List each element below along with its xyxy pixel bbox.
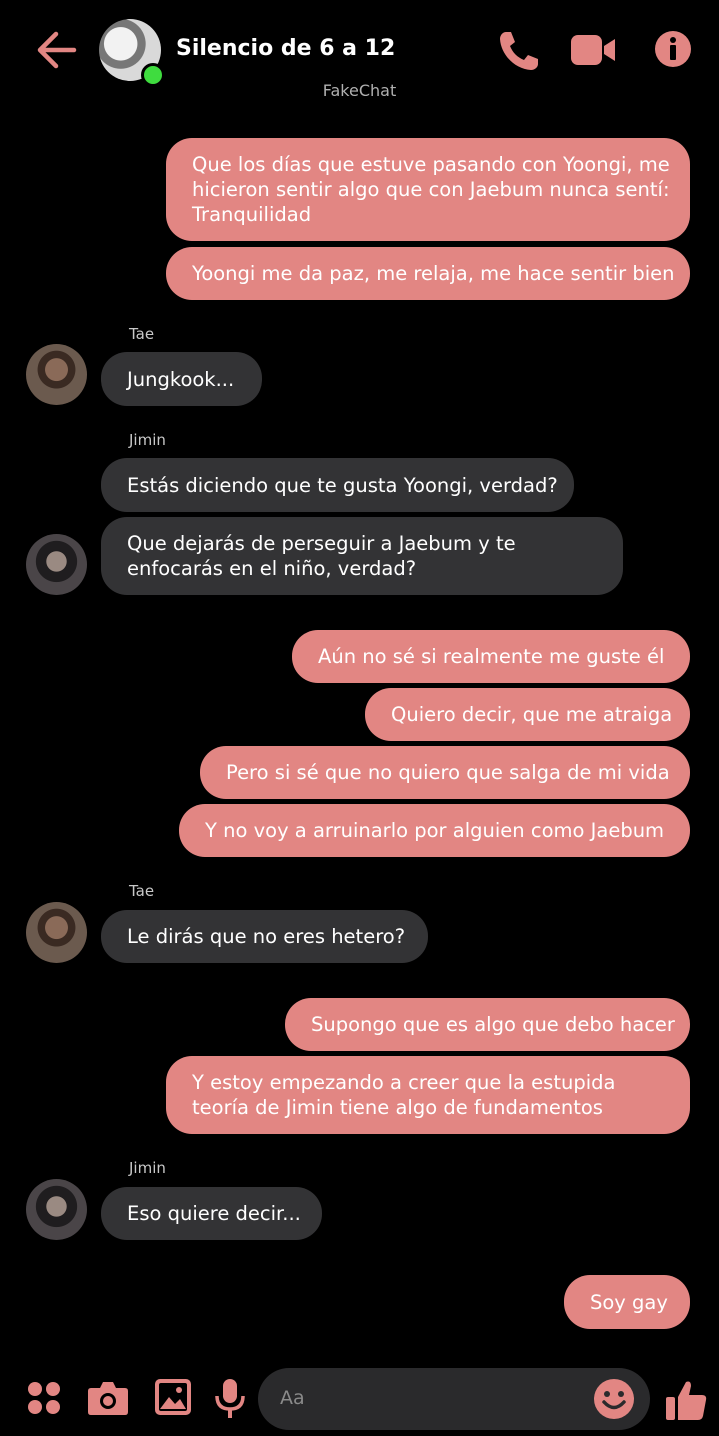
- chat-title[interactable]: Silencio de 6 a 12: [176, 36, 395, 61]
- message-bubble-incoming[interactable]: Eso quiere decir...: [101, 1187, 322, 1240]
- message-bubble-outgoing[interactable]: Que los días que estuve pasando con Yoon…: [166, 138, 690, 241]
- avatar-jimin[interactable]: [26, 534, 87, 595]
- avatar-tae[interactable]: [26, 344, 87, 405]
- message-text: Aún no sé si realmente me guste él: [318, 645, 665, 668]
- camera-icon[interactable]: [87, 1380, 129, 1416]
- image-icon[interactable]: [154, 1378, 192, 1416]
- thumbs-up-icon[interactable]: [664, 1378, 708, 1422]
- message-input-placeholder: Aa: [280, 1387, 305, 1409]
- phone-call-icon[interactable]: [497, 29, 541, 73]
- message-text: Y no voy a arruinarlo por alguien como J…: [205, 819, 665, 842]
- message-text: Que los días que estuve pasando con Yoon…: [192, 153, 670, 226]
- message-text: Soy gay: [590, 1290, 668, 1314]
- message-bubble-outgoing[interactable]: Quiero decir, que me atraiga: [365, 688, 690, 741]
- message-bubble-outgoing[interactable]: Yoongi me da paz, me relaja, me hace sen…: [166, 247, 690, 300]
- message-bubble-outgoing[interactable]: Pero si sé que no quiero que salga de mi…: [200, 746, 690, 799]
- message-input[interactable]: Aa: [258, 1368, 650, 1430]
- message-text: Y estoy empezando a creer que la estupid…: [192, 1071, 616, 1119]
- menu-dots-icon[interactable]: [26, 1380, 62, 1416]
- message-text: Eso quiere decir...: [127, 1202, 301, 1225]
- message-bubble-incoming[interactable]: Que dejarás de perseguir a Jaebum y te e…: [101, 517, 623, 595]
- emoji-icon[interactable]: [593, 1378, 635, 1420]
- video-call-icon[interactable]: [570, 34, 616, 66]
- mic-icon[interactable]: [214, 1378, 246, 1420]
- chat-header: Silencio de 6 a 12 FakeChat: [0, 0, 719, 110]
- avatar-jimin[interactable]: [26, 1179, 87, 1240]
- message-bubble-incoming[interactable]: Estás diciendo que te gusta Yoongi, verd…: [101, 458, 574, 512]
- message-text: Pero si sé que no quiero que salga de mi…: [226, 761, 670, 784]
- message-text: Yoongi me da paz, me relaja, me hace sen…: [192, 262, 675, 285]
- sender-name: Tae: [129, 325, 155, 343]
- message-text: Supongo que es algo que debo hacer: [311, 1013, 675, 1036]
- message-text: Jungkook...: [127, 367, 235, 391]
- message-bubble-incoming[interactable]: Le dirás que no eres hetero?: [101, 910, 428, 963]
- avatar-tae[interactable]: [26, 902, 87, 963]
- sender-name: Tae: [129, 882, 155, 900]
- message-bubble-outgoing[interactable]: Soy gay: [564, 1275, 690, 1329]
- message-bubble-outgoing[interactable]: Aún no sé si realmente me guste él: [292, 630, 690, 683]
- message-text: Quiero decir, que me atraiga: [391, 703, 673, 726]
- info-icon[interactable]: [654, 30, 692, 68]
- message-bubble-incoming[interactable]: Jungkook...: [101, 352, 262, 406]
- sender-name: Jimin: [129, 1159, 166, 1177]
- sender-name: Jimin: [129, 431, 166, 449]
- message-text: Que dejarás de perseguir a Jaebum y te e…: [127, 532, 516, 580]
- back-arrow-icon[interactable]: [34, 30, 78, 70]
- message-text: Estás diciendo que te gusta Yoongi, verd…: [127, 473, 558, 497]
- message-bubble-outgoing[interactable]: Supongo que es algo que debo hacer: [285, 998, 690, 1051]
- message-text: Le dirás que no eres hetero?: [127, 925, 406, 948]
- message-bubble-outgoing[interactable]: Y no voy a arruinarlo por alguien como J…: [179, 804, 690, 857]
- chat-subtitle: FakeChat: [322, 81, 397, 100]
- message-bubble-outgoing[interactable]: Y estoy empezando a creer que la estupid…: [166, 1056, 690, 1134]
